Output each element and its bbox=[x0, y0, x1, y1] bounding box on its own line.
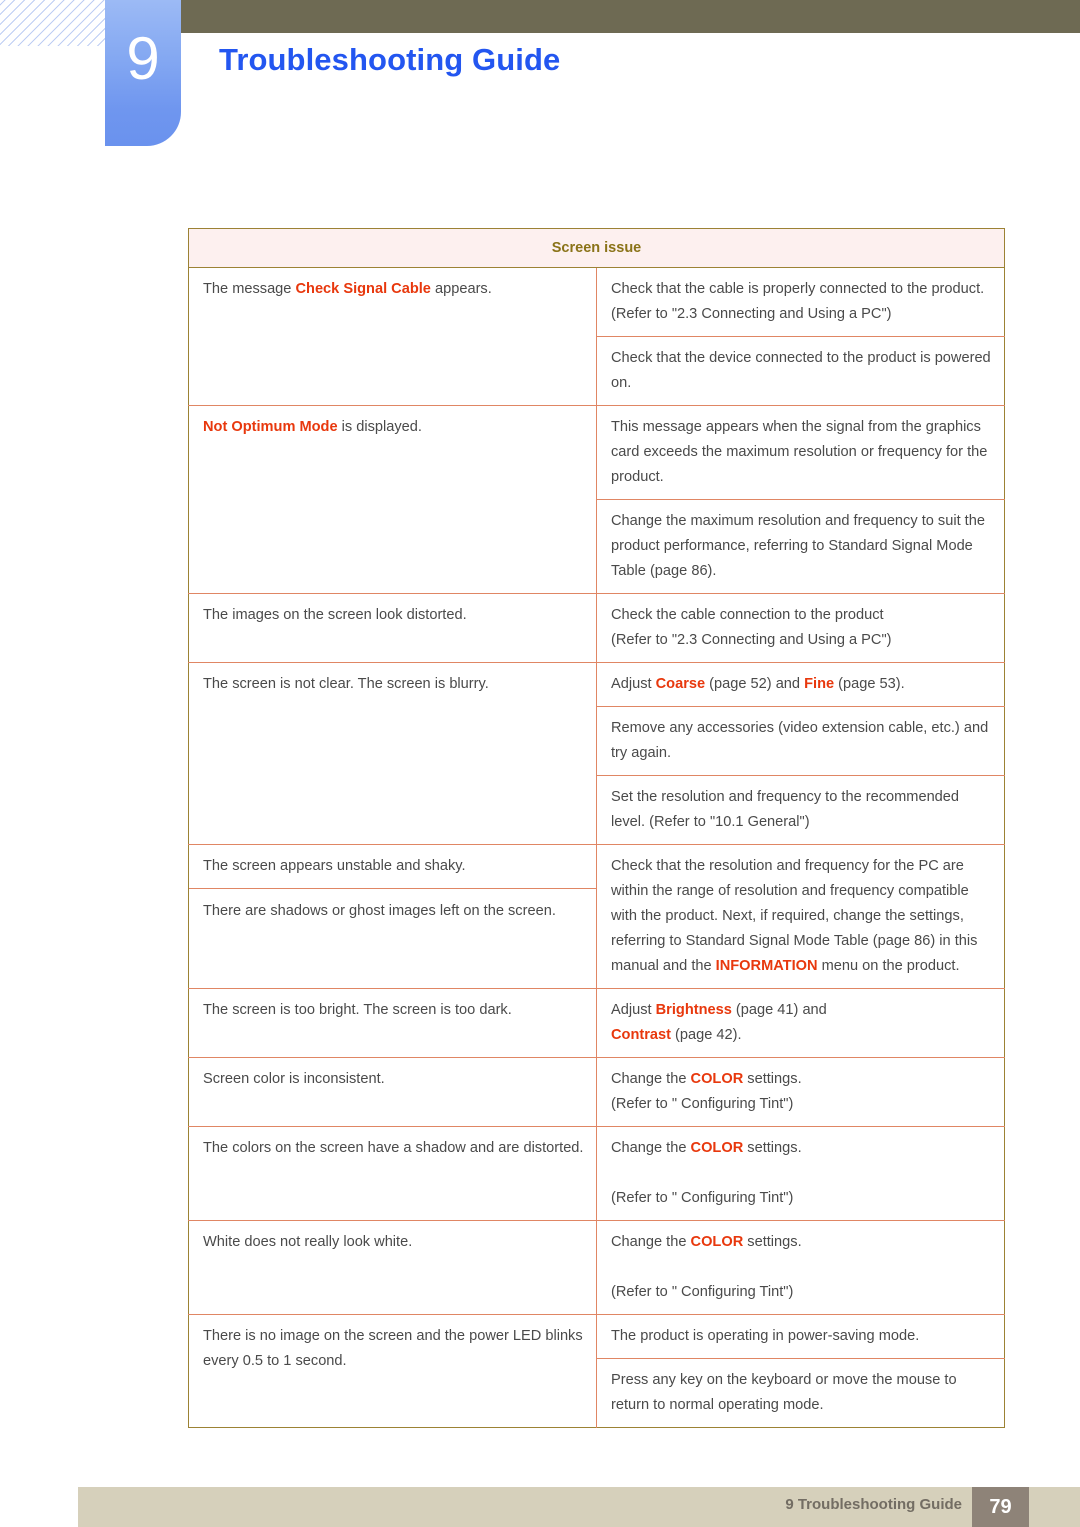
symptom-cell: The screen is too bright. The screen is … bbox=[188, 988, 597, 1058]
symptom-cell: The images on the screen look distorted. bbox=[188, 593, 597, 663]
table-body: The message Check Signal Cable appears. C… bbox=[188, 267, 1005, 1428]
text-run: The colors on the screen have a shadow a… bbox=[203, 1140, 584, 1156]
solution-cell: This message appears when the signal fro… bbox=[595, 405, 1005, 500]
table-header-cell: Screen issue bbox=[188, 228, 1005, 268]
table-row: The colors on the screen have a shadow a… bbox=[188, 1126, 1005, 1221]
solution-cell: Change the maximum resolution and freque… bbox=[595, 499, 1005, 594]
text-run: Check that the resolution and frequency … bbox=[611, 858, 978, 974]
text-run: (Refer to "2.3 Connecting and Using a PC… bbox=[611, 632, 892, 648]
text-run: Check that the device connected to the p… bbox=[611, 350, 991, 391]
table-row: The screen appears unstable and shaky. Th… bbox=[188, 844, 1005, 989]
solution-cell: Check that the resolution and frequency … bbox=[595, 844, 1005, 989]
text-run: (Refer to " Configuring Tint") bbox=[611, 1284, 794, 1300]
symptom-cell: The colors on the screen have a shadow a… bbox=[188, 1126, 597, 1221]
text-run: (page 41) and bbox=[731, 1002, 827, 1018]
highlighted-term: COLOR bbox=[690, 1071, 744, 1087]
solution-cell: Remove any accessories (video extension … bbox=[595, 706, 1005, 776]
text-run: The screen appears unstable and shaky. bbox=[203, 858, 466, 874]
table-row: Screen color is inconsistent. Change the … bbox=[188, 1057, 1005, 1127]
highlighted-term: Check Signal Cable bbox=[295, 281, 431, 297]
footer-page-number: 79 bbox=[989, 1496, 1012, 1518]
table-row: The screen is not clear. The screen is b… bbox=[188, 662, 1005, 845]
text-run: settings. bbox=[743, 1071, 802, 1087]
highlighted-term: COLOR bbox=[690, 1140, 744, 1156]
text-run: The product is operating in power-saving… bbox=[611, 1328, 920, 1344]
table-row: White does not really look white. Change … bbox=[188, 1220, 1005, 1315]
solution-cell: Press any key on the keyboard or move th… bbox=[595, 1358, 1005, 1428]
text-run: (Refer to "2.3 Connecting and Using a PC… bbox=[611, 306, 892, 322]
header-olive-bar bbox=[178, 0, 1080, 33]
solution-cell: Adjust Brightness (page 41) and Contrast… bbox=[595, 988, 1005, 1058]
solution-cell: Check the cable connection to the produc… bbox=[595, 593, 1005, 663]
symptom-cell: The screen appears unstable and shaky. Th… bbox=[188, 844, 597, 989]
text-run: (Refer to " Configuring Tint") bbox=[611, 1096, 794, 1112]
table-row: There is no image on the screen and the … bbox=[188, 1314, 1005, 1428]
solution-cell: Adjust Coarse (page 52) and Fine (page 5… bbox=[595, 662, 1005, 707]
text-run: There is no image on the screen and the … bbox=[203, 1328, 583, 1369]
solution-cell: The product is operating in power-saving… bbox=[595, 1314, 1005, 1359]
text-run: The images on the screen look distorted. bbox=[203, 607, 467, 623]
text-run: is displayed. bbox=[337, 419, 422, 435]
text-run: Check that the cable is properly connect… bbox=[611, 281, 985, 297]
highlighted-term: Brightness bbox=[655, 1002, 732, 1018]
text-run: Change the bbox=[611, 1234, 691, 1250]
text-run: Adjust bbox=[611, 676, 656, 692]
text-run: Check the cable connection to the produc… bbox=[611, 607, 884, 623]
solution-cell: Check that the cable is properly connect… bbox=[595, 267, 1005, 337]
solution-cell: Check that the device connected to the p… bbox=[595, 336, 1005, 406]
symptom-cell: The screen is not clear. The screen is b… bbox=[188, 662, 597, 845]
text-run: Adjust bbox=[611, 1002, 656, 1018]
table-header-row: Screen issue bbox=[188, 228, 1005, 268]
text-run: The screen is too bright. The screen is … bbox=[203, 1002, 512, 1018]
table-row: The images on the screen look distorted.… bbox=[188, 593, 1005, 663]
solution-cell: Change the COLOR settings. (Refer to " Co… bbox=[595, 1220, 1005, 1315]
highlighted-term: Not Optimum Mode bbox=[203, 419, 338, 435]
text-run: White does not really look white. bbox=[203, 1234, 413, 1250]
text-run: settings. bbox=[743, 1140, 802, 1156]
chapter-number: 9 bbox=[126, 25, 160, 92]
text-run: appears. bbox=[430, 281, 492, 297]
highlighted-term: Fine bbox=[804, 676, 835, 692]
text-run: Press any key on the keyboard or move th… bbox=[611, 1372, 957, 1413]
table-head: Screen issue bbox=[188, 228, 1005, 268]
text-run: settings. bbox=[743, 1234, 802, 1250]
text-run: Remove any accessories (video extension … bbox=[611, 720, 989, 761]
text-run: menu on the product. bbox=[817, 958, 960, 974]
solution-cell: Set the resolution and frequency to the … bbox=[595, 775, 1005, 845]
decorative-hatch-pattern bbox=[0, 0, 108, 46]
table-row: The message Check Signal Cable appears. C… bbox=[189, 267, 1005, 337]
text-run: This message appears when the signal fro… bbox=[611, 419, 988, 485]
text-run: Change the bbox=[611, 1140, 691, 1156]
highlighted-term: COLOR bbox=[690, 1234, 744, 1250]
text-run: (page 53). bbox=[834, 676, 905, 692]
highlighted-term: Contrast bbox=[611, 1027, 671, 1043]
symptom-cell: There is no image on the screen and the … bbox=[188, 1314, 597, 1428]
text-run: (Refer to " Configuring Tint") bbox=[611, 1190, 794, 1206]
text-run: There are shadows or ghost images left o… bbox=[203, 903, 556, 919]
highlighted-term: INFORMATION bbox=[715, 958, 818, 974]
text-run: (page 52) and bbox=[705, 676, 805, 692]
text-run: Change the bbox=[611, 1071, 691, 1087]
symptom-secondary: There are shadows or ghost images left o… bbox=[189, 888, 596, 924]
symptom-cell: White does not really look white. bbox=[188, 1220, 597, 1315]
text-run: (page 42). bbox=[671, 1027, 742, 1043]
screen-issue-table: Screen issue The message Check Signal Ca… bbox=[188, 228, 1006, 1428]
text-run: The message bbox=[203, 281, 296, 297]
highlighted-term: Coarse bbox=[655, 676, 706, 692]
text-run: Screen color is inconsistent. bbox=[203, 1071, 385, 1087]
text-run: The screen is not clear. The screen is b… bbox=[203, 676, 489, 692]
text-run: Set the resolution and frequency to the … bbox=[611, 789, 960, 830]
solution-cell: Change the COLOR settings. (Refer to " Co… bbox=[595, 1057, 1005, 1127]
page-title: Troubleshooting Guide bbox=[219, 42, 561, 77]
symptom-cell: The message Check Signal Cable appears. bbox=[189, 268, 597, 406]
footer-chapter-label: 9 Troubleshooting Guide bbox=[785, 1496, 962, 1513]
page-header: 9 Troubleshooting Guide bbox=[0, 0, 1080, 200]
symptom-cell: Not Optimum Mode is displayed. bbox=[188, 405, 597, 594]
table-row: The screen is too bright. The screen is … bbox=[188, 988, 1005, 1058]
symptom-cell: Screen color is inconsistent. bbox=[188, 1057, 597, 1127]
solution-cell: Change the COLOR settings. (Refer to " Co… bbox=[595, 1126, 1005, 1221]
table-row: Not Optimum Mode is displayed. This messa… bbox=[188, 405, 1005, 594]
text-run: Change the maximum resolution and freque… bbox=[611, 513, 985, 579]
